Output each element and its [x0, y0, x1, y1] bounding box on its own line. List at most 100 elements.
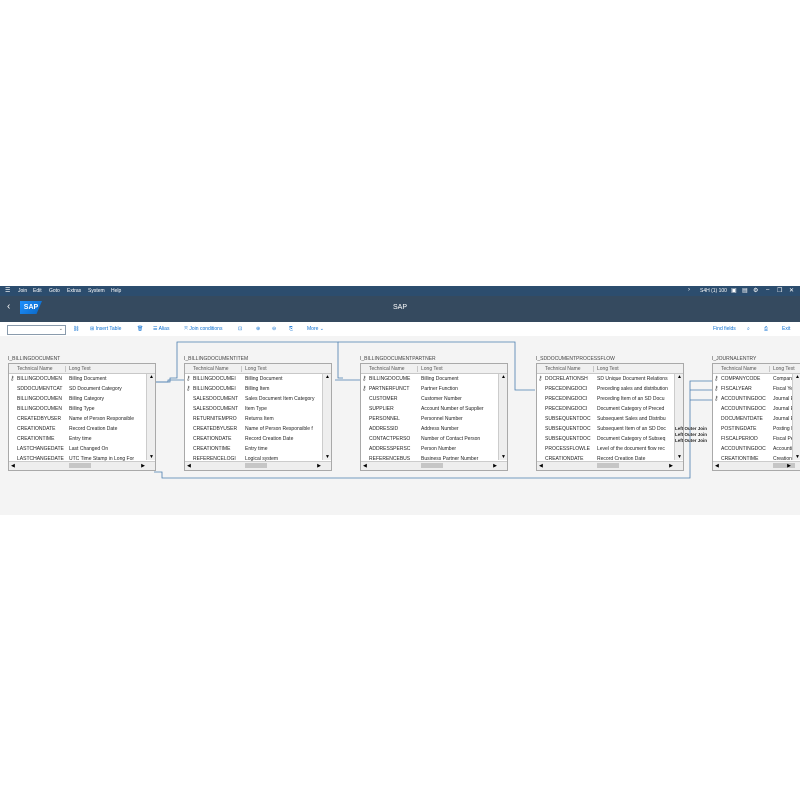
field-row[interactable]: ⚷ BILLINGDOCUMEI Billing Item [185, 384, 331, 394]
column-header-technical-name[interactable]: Technical Name [369, 366, 418, 372]
menu-goto[interactable]: Goto [49, 288, 60, 294]
field-row[interactable]: FISCALPERIOD Fiscal Pe [713, 434, 800, 444]
scroll-right-icon[interactable]: ▶ [493, 463, 497, 469]
delete-icon[interactable]: 🗑 [137, 326, 143, 332]
export-icon[interactable]: ⎘ [289, 326, 293, 332]
field-row[interactable]: ⚷ PARTNERFUNCT Partner Function [361, 384, 507, 394]
table-box[interactable]: I_BILLINGDOCUMENTITEM Technical Name Long … [184, 356, 332, 474]
command-field[interactable]: ⌄ [7, 325, 66, 335]
column-header-long-text[interactable]: Long Text [421, 366, 443, 372]
scroll-right-icon[interactable]: ▶ [317, 463, 321, 469]
field-row[interactable]: SUBSEQUENTDOC Document Category of Subseq [537, 434, 683, 444]
scroll-up-icon[interactable]: ▲ [677, 374, 682, 380]
menu-help[interactable]: Help [111, 288, 121, 294]
table-box[interactable]: I_BILLINGDOCUMENT Technical Name Long Text… [8, 356, 156, 474]
vertical-scrollbar[interactable]: ▲ ▼ [146, 374, 155, 460]
scroll-left-icon[interactable]: ◀ [187, 463, 191, 469]
column-header-technical-name[interactable]: Technical Name [545, 366, 594, 372]
scroll-right-icon[interactable]: ▶ [141, 463, 145, 469]
field-row[interactable]: PERSONNEL Personnel Number [361, 414, 507, 424]
scroll-up-icon[interactable]: ▲ [795, 374, 800, 380]
join-diagram-canvas[interactable]: I_BILLINGDOCUMENT Technical Name Long Text… [0, 336, 800, 515]
field-row[interactable]: CONTACTPERSO Number of Contact Person [361, 434, 507, 444]
field-row[interactable]: CREATEDBYUSER Name of Person Responsible [9, 414, 155, 424]
vertical-scrollbar[interactable]: ▲ ▼ [792, 374, 800, 460]
field-row[interactable]: PRECEDINGDOCI Preceding Item of an SD Doc… [537, 394, 683, 404]
scroll-right-icon[interactable]: ▶ [787, 463, 791, 469]
join-conditions-button[interactable]: ⤧ Join conditions [184, 326, 222, 332]
exit-button[interactable]: Exit [782, 326, 790, 332]
field-row[interactable]: BILLINGDOCUMEN Billing Type [9, 404, 155, 414]
more-menu-button[interactable]: More ⌄ [307, 326, 324, 332]
field-row[interactable]: ACCOUNTINGDOC Journal E [713, 404, 800, 414]
find-fields-button[interactable]: Find fields [713, 326, 736, 332]
field-row[interactable]: CREATIONDATE Record Creation Date [185, 434, 331, 444]
column-header-long-text[interactable]: Long Text [597, 366, 619, 372]
dropdown-icon[interactable]: ⌄ [59, 326, 63, 332]
hamburger-menu-icon[interactable]: ☰ [5, 287, 10, 294]
horizontal-scrollbar[interactable]: ◀ ▶ [361, 461, 507, 470]
scroll-thumb[interactable] [245, 463, 267, 468]
field-row[interactable]: DOCUMENTDATE Journal E [713, 414, 800, 424]
field-row[interactable]: ⚷ BILLINGDOCUMEN Billing Document [9, 374, 155, 384]
print-icon[interactable]: ⎙ [764, 326, 768, 332]
vertical-scrollbar[interactable]: ▲ ▼ [322, 374, 331, 460]
maximize-icon[interactable]: ❐ [777, 287, 782, 294]
field-row[interactable]: ⚷ ACCOUNTINGDOC Journal E [713, 394, 800, 404]
field-row[interactable]: ADDRESSPERSC Person Number [361, 444, 507, 454]
field-row[interactable]: PROCESSFLOWLE Level of the document flow … [537, 444, 683, 454]
horizontal-scrollbar[interactable]: ◀ ▶ [537, 461, 683, 470]
menu-edit[interactable]: Edit [33, 288, 42, 294]
column-header-long-text[interactable]: Long Text [245, 366, 267, 372]
field-row[interactable]: ACCOUNTINGDOC Accounti [713, 444, 800, 454]
field-row[interactable]: BILLINGDOCUMEN Billing Category [9, 394, 155, 404]
field-row[interactable]: SALESDOCUMENT Sales Document Item Categor… [185, 394, 331, 404]
column-header-long-text[interactable]: Long Text [773, 366, 795, 372]
table-box[interactable]: I_BILLINGDOCUMENTPARTNER Technical Name Lo… [360, 356, 508, 474]
scroll-down-icon[interactable]: ▼ [325, 454, 330, 460]
scroll-down-icon[interactable]: ▼ [677, 454, 682, 460]
table-box[interactable]: I_SDDOCUMENTPROCESSFLOW Technical Name Lon… [536, 356, 684, 474]
scroll-down-icon[interactable]: ▼ [501, 454, 506, 460]
settings-icon[interactable]: ⚙ [753, 287, 758, 294]
horizontal-scrollbar[interactable]: ◀ ▶ [9, 461, 155, 470]
column-header-technical-name[interactable]: Technical Name [193, 366, 242, 372]
field-row[interactable]: CREATIONDATE Record Creation Date [9, 424, 155, 434]
scroll-down-icon[interactable]: ▼ [795, 454, 800, 460]
scroll-up-icon[interactable]: ▲ [325, 374, 330, 380]
field-row[interactable]: SUBSEQUENTDOC Subsequent Sales and Distri… [537, 414, 683, 424]
field-row[interactable]: ⚷ FISCALYEAR Fiscal Ye [713, 384, 800, 394]
horizontal-scrollbar[interactable]: ◀ ▶ [185, 461, 331, 470]
scroll-left-icon[interactable]: ◀ [363, 463, 367, 469]
scroll-left-icon[interactable]: ◀ [11, 463, 15, 469]
search-icon[interactable]: ⌕ [747, 326, 750, 332]
vertical-scrollbar[interactable]: ▲ ▼ [498, 374, 507, 460]
field-row[interactable]: CREATIONTIME Entry time [9, 434, 155, 444]
table-box[interactable]: I_JOURNALENTRY Technical Name Long Text ⚷ CO… [712, 356, 800, 474]
column-header-technical-name[interactable]: Technical Name [721, 366, 770, 372]
fit-icon[interactable]: ⊡ [238, 326, 242, 332]
field-row[interactable]: SDDOCUMENTCAT SD Document Category [9, 384, 155, 394]
field-row[interactable]: CREATEDBYUSER Name of Person Responsible … [185, 424, 331, 434]
field-row[interactable]: SUBSEQUENTDOC Subsequent Item of an SD Do… [537, 424, 683, 434]
field-row[interactable]: ⚷ BILLINGDOCUMEI Billing Document [185, 374, 331, 384]
scroll-right-icon[interactable]: ▶ [669, 463, 673, 469]
hierarchy-icon[interactable]: ⛓ [73, 326, 79, 332]
insert-table-button[interactable]: ⊞ Insert Table [90, 326, 121, 332]
display-icon[interactable]: ▣ [731, 287, 737, 294]
join-type-label[interactable]: Left Outer Join [675, 438, 707, 443]
field-row[interactable]: PRECEDINGDOCI Document Category of Preced [537, 404, 683, 414]
close-icon[interactable]: ✕ [789, 287, 794, 294]
menu-join[interactable]: Join [18, 288, 27, 294]
chevron-right-icon[interactable]: › [688, 287, 690, 293]
scroll-down-icon[interactable]: ▼ [149, 454, 154, 460]
alias-button[interactable]: ☰ Alias [153, 326, 169, 332]
scroll-thumb[interactable] [69, 463, 91, 468]
column-header-technical-name[interactable]: Technical Name [17, 366, 66, 372]
join-type-label[interactable]: Left Outer Join [675, 426, 707, 431]
field-row[interactable]: SUPPLIER Account Number of Supplier [361, 404, 507, 414]
scroll-thumb[interactable] [597, 463, 619, 468]
scroll-thumb[interactable] [421, 463, 443, 468]
minimize-icon[interactable]: – [766, 287, 769, 293]
field-row[interactable]: PRECEDINGDOCI Preceding sales and distrib… [537, 384, 683, 394]
